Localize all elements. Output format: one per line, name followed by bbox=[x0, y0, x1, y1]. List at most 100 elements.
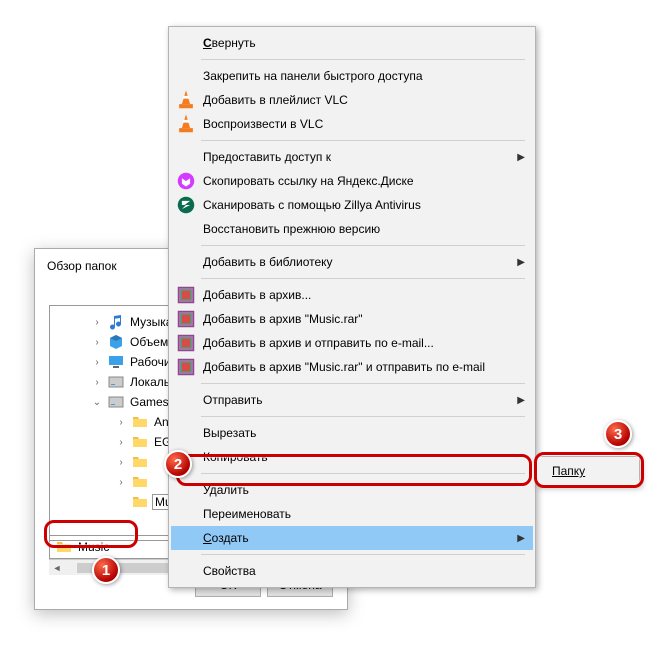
expander-icon[interactable]: › bbox=[90, 375, 104, 389]
blank-icon bbox=[175, 446, 197, 468]
menu-item[interactable]: Копировать bbox=[171, 445, 533, 469]
expander-icon[interactable]: ⌄ bbox=[90, 395, 104, 409]
expander-icon[interactable]: › bbox=[114, 435, 128, 449]
menu-item-label: Добавить в архив "Music.rar" bbox=[203, 312, 507, 326]
menu-item[interactable]: Скопировать ссылку на Яндекс.Диске bbox=[171, 169, 533, 193]
blank-icon bbox=[175, 65, 197, 87]
menu-item[interactable]: Вырезать bbox=[171, 421, 533, 445]
menu-separator bbox=[201, 278, 525, 279]
blank-icon bbox=[175, 503, 197, 525]
menu-item[interactable]: Добавить в плейлист VLC bbox=[171, 88, 533, 112]
submenu-arrow-icon: ▶ bbox=[517, 533, 525, 544]
menu-item[interactable]: Добавить в архив "Music.rar" bbox=[171, 307, 533, 331]
folder-icon bbox=[132, 454, 148, 470]
menu-separator bbox=[201, 473, 525, 474]
expander-icon[interactable]: › bbox=[90, 355, 104, 369]
menu-item[interactable]: Добавить в библиотеку ▶ bbox=[171, 250, 533, 274]
menu-separator bbox=[201, 59, 525, 60]
menu-item[interactable]: Предоставить доступ к ▶ bbox=[171, 145, 533, 169]
menu-item[interactable]: Свернуть bbox=[171, 31, 533, 55]
menu-item-label: Свернуть bbox=[203, 36, 507, 50]
expander-icon[interactable] bbox=[114, 495, 128, 509]
blank-icon bbox=[175, 422, 197, 444]
menu-item[interactable]: Закрепить на панели быстрого доступа bbox=[171, 64, 533, 88]
expander-icon[interactable]: › bbox=[90, 335, 104, 349]
menu-item[interactable]: Свойства bbox=[171, 559, 533, 583]
menu-separator bbox=[201, 383, 525, 384]
menu-item-label: Переименовать bbox=[203, 507, 507, 521]
music-icon bbox=[108, 314, 124, 330]
menu-item-label: Добавить в архив и отправить по e-mail..… bbox=[203, 336, 507, 350]
rar-icon bbox=[175, 332, 197, 354]
menu-item-label: Добавить в библиотеку bbox=[203, 255, 507, 269]
objects-icon bbox=[108, 334, 124, 350]
tree-item-label: Локаль bbox=[128, 375, 172, 389]
vlc-icon bbox=[175, 113, 197, 135]
submenu-arrow-icon: ▶ bbox=[517, 257, 525, 268]
menu-separator bbox=[201, 554, 525, 555]
menu-item-label: Добавить в архив "Music.rar" и отправить… bbox=[203, 360, 507, 374]
rar-icon bbox=[175, 308, 197, 330]
folder-icon bbox=[132, 434, 148, 450]
expander-icon[interactable]: › bbox=[114, 415, 128, 429]
menu-item-label: Копировать bbox=[203, 450, 507, 464]
menu-item-label: Вырезать bbox=[203, 426, 507, 440]
desktop-icon bbox=[108, 354, 124, 370]
menu-item-label: Воспроизвести в VLC bbox=[203, 117, 507, 131]
create-submenu: Папку bbox=[536, 456, 640, 486]
menu-item[interactable]: Восстановить прежнюю версию bbox=[171, 217, 533, 241]
menu-item-label: Создать bbox=[203, 531, 507, 545]
blank-icon bbox=[175, 560, 197, 582]
menu-separator bbox=[201, 245, 525, 246]
expander-icon[interactable]: › bbox=[114, 475, 128, 489]
tree-item-label: Рабочи bbox=[128, 355, 173, 369]
submenu-arrow-icon: ▶ bbox=[517, 395, 525, 406]
menu-item[interactable]: Создать ▶ bbox=[171, 526, 533, 550]
blank-icon bbox=[175, 218, 197, 240]
zillya-icon bbox=[175, 194, 197, 216]
expander-icon[interactable]: › bbox=[114, 455, 128, 469]
blank-icon bbox=[175, 251, 197, 273]
folder-icon bbox=[132, 414, 148, 430]
menu-separator bbox=[201, 416, 525, 417]
expander-icon[interactable]: › bbox=[90, 315, 104, 329]
folder-icon bbox=[132, 494, 148, 510]
menu-item-label: Отправить bbox=[203, 393, 507, 407]
menu-item[interactable]: Воспроизвести в VLC bbox=[171, 112, 533, 136]
menu-separator bbox=[201, 140, 525, 141]
menu-item[interactable]: Добавить в архив... bbox=[171, 283, 533, 307]
rar-icon bbox=[175, 356, 197, 378]
rar-icon bbox=[175, 284, 197, 306]
menu-item-label: Добавить в плейлист VLC bbox=[203, 93, 507, 107]
yadisk-icon bbox=[175, 170, 197, 192]
blank-icon bbox=[175, 32, 197, 54]
annotation-badge: 3 bbox=[604, 420, 632, 448]
menu-item-label: Свойства bbox=[203, 564, 507, 578]
menu-item-label: Закрепить на панели быстрого доступа bbox=[203, 69, 507, 83]
menu-item-label: Удалить bbox=[203, 483, 507, 497]
menu-item[interactable]: Добавить в архив "Music.rar" и отправить… bbox=[171, 355, 533, 379]
menu-item-label: Восстановить прежнюю версию bbox=[203, 222, 507, 236]
menu-item-label: Сканировать с помощью Zillya Antivirus bbox=[203, 198, 507, 212]
submenu-item-folder[interactable]: Папку bbox=[540, 460, 636, 482]
blank-icon bbox=[175, 389, 197, 411]
menu-item[interactable]: Сканировать с помощью Zillya Antivirus bbox=[171, 193, 533, 217]
tree-item-label: Games bbox=[128, 395, 171, 409]
disk-icon bbox=[108, 374, 124, 390]
menu-item-label: Скопировать ссылку на Яндекс.Диске bbox=[203, 174, 507, 188]
menu-item-label: Предоставить доступ к bbox=[203, 150, 507, 164]
blank-icon bbox=[175, 146, 197, 168]
vlc-icon bbox=[175, 89, 197, 111]
menu-item[interactable]: Переименовать bbox=[171, 502, 533, 526]
disk-icon bbox=[108, 394, 124, 410]
folder-icon bbox=[56, 539, 72, 555]
submenu-item-label: Папку bbox=[552, 464, 585, 478]
submenu-arrow-icon: ▶ bbox=[517, 152, 525, 163]
menu-item[interactable]: Удалить bbox=[171, 478, 533, 502]
menu-item[interactable]: Добавить в архив и отправить по e-mail..… bbox=[171, 331, 533, 355]
blank-icon bbox=[175, 527, 197, 549]
blank-icon bbox=[175, 479, 197, 501]
menu-item-label: Добавить в архив... bbox=[203, 288, 507, 302]
menu-item[interactable]: Отправить ▶ bbox=[171, 388, 533, 412]
context-menu: Свернуть Закрепить на панели быстрого дос… bbox=[168, 26, 536, 588]
